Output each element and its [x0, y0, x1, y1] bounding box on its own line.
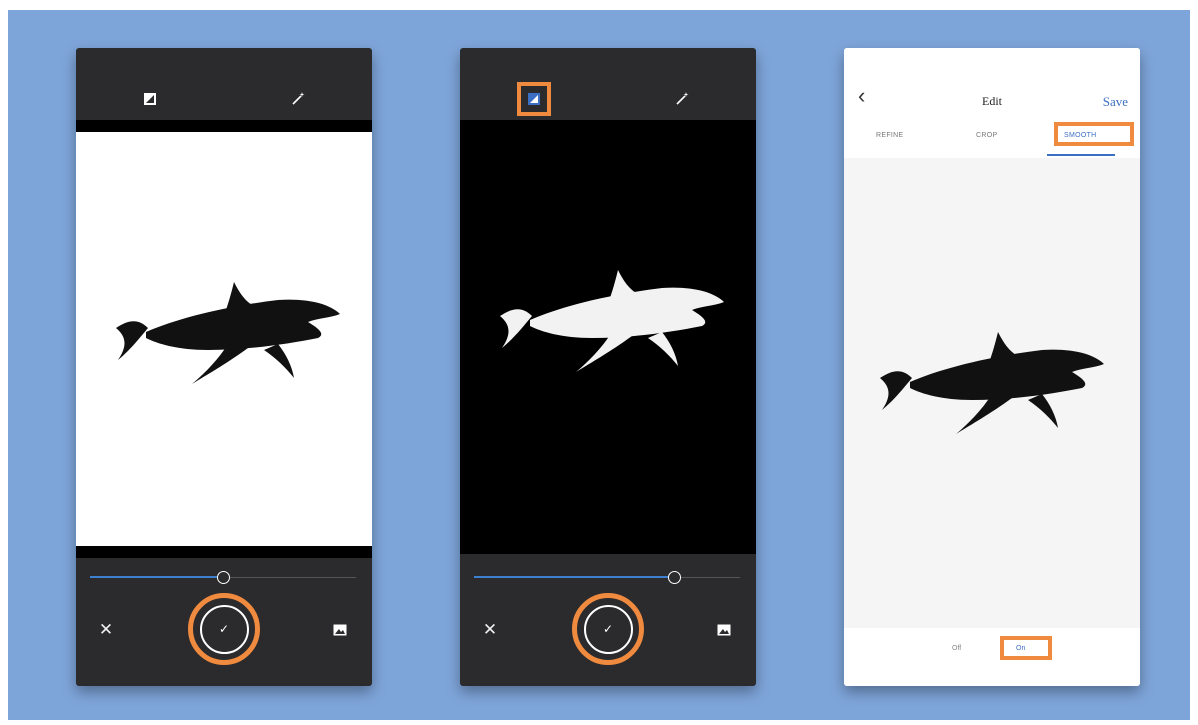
- shark-image: [880, 332, 1104, 434]
- image-icon[interactable]: [330, 620, 350, 640]
- slider-knob[interactable]: [667, 571, 681, 584]
- confirm-button[interactable]: ✓: [188, 593, 260, 665]
- phone-panel-1: ✕ ✓: [76, 48, 372, 686]
- confirm-check-icon: ✓: [218, 622, 230, 636]
- threshold-slider[interactable]: [90, 571, 356, 584]
- image-preview: [76, 132, 372, 546]
- top-toolbar: [76, 48, 372, 120]
- edit-header: ‹ Edit Save REFINE CROP SMOOTH: [844, 48, 1140, 158]
- confirm-button[interactable]: ✓: [572, 593, 644, 665]
- shark-image: [500, 270, 724, 372]
- threshold-slider[interactable]: [474, 571, 740, 584]
- shark-image: [116, 282, 340, 384]
- slider-fill: [474, 576, 674, 578]
- image-icon[interactable]: [714, 620, 734, 640]
- slider-fill: [90, 576, 223, 578]
- letterbox-top: [76, 120, 372, 132]
- top-toolbar: [460, 48, 756, 120]
- phone-panel-2: ✕ ✓: [460, 48, 756, 686]
- phone-panel-3: ‹ Edit Save REFINE CROP SMOOTH Off On: [844, 48, 1140, 686]
- page-title: Edit: [982, 94, 1002, 108]
- confirm-check-icon: ✓: [602, 622, 614, 636]
- image-preview: [460, 120, 756, 554]
- crop-image-icon[interactable]: [139, 88, 161, 110]
- off-option[interactable]: Off: [952, 645, 961, 652]
- close-icon[interactable]: ✕: [96, 620, 116, 640]
- on-option-highlight: [1000, 636, 1052, 660]
- tab-refine[interactable]: REFINE: [876, 132, 903, 139]
- image-preview: [844, 158, 1140, 628]
- active-tab-indicator: [1047, 154, 1115, 156]
- smooth-options-bar: [844, 628, 1140, 686]
- invert-button-highlight: [517, 82, 551, 116]
- figure-background: ✕ ✓ ✕ ✓ ‹ Edit Save REFINE CROP SMOOTH O…: [8, 10, 1190, 720]
- save-button[interactable]: Save: [1103, 94, 1128, 110]
- letterbox-bottom: [76, 546, 372, 558]
- smooth-tab-highlight: [1054, 122, 1134, 146]
- slider-knob[interactable]: [217, 571, 230, 584]
- magic-wand-icon[interactable]: [671, 88, 693, 110]
- close-icon[interactable]: ✕: [480, 620, 500, 640]
- tab-crop[interactable]: CROP: [976, 132, 997, 139]
- magic-wand-icon[interactable]: [287, 88, 309, 110]
